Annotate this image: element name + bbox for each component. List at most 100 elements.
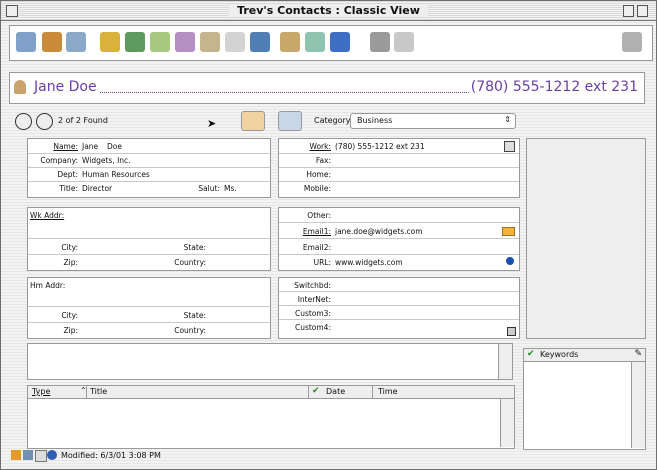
salut-label: Salut: [198, 184, 220, 193]
first-name-field[interactable]: Jane [82, 142, 98, 151]
url-label: URL: [313, 258, 331, 267]
web-icon[interactable] [330, 32, 350, 52]
zoom-box[interactable] [623, 5, 634, 17]
photo-panel[interactable] [526, 138, 646, 339]
tools-icon[interactable] [622, 32, 642, 52]
email2-label: Email2: [302, 243, 331, 252]
url-field[interactable]: www.widgets.com [335, 258, 403, 267]
email-block: Other: Email1: jane.doe@widgets.com Emai… [278, 207, 520, 271]
found-count: 2 of 2 Found [58, 116, 108, 125]
work-address-block: Wk Addr: City: State: Zip: Country: [27, 207, 271, 271]
copy-card-icon[interactable] [175, 32, 195, 52]
company-field[interactable]: Widgets, Inc. [82, 156, 131, 165]
wk-zip-label: Zip: [63, 258, 78, 267]
home-label: Home: [306, 170, 331, 179]
edit-mode-icon[interactable] [11, 450, 21, 460]
edit-card-button[interactable] [278, 111, 302, 131]
col-title[interactable]: Title [90, 387, 107, 396]
wk-state-label: State: [183, 243, 206, 252]
mobile-label: Mobile: [303, 184, 331, 193]
toolbar [9, 25, 653, 61]
col-time[interactable]: Time [378, 387, 398, 396]
modified-status: Modified: 6/3/01 3:08 PM [61, 451, 161, 460]
key-icon[interactable] [225, 32, 245, 52]
delete-record-button[interactable] [241, 111, 265, 131]
notes-field[interactable] [27, 343, 513, 380]
letter-icon[interactable] [200, 32, 220, 52]
book-icon[interactable] [125, 32, 145, 52]
email-envelope-icon[interactable] [502, 227, 515, 236]
title-bar[interactable]: Trev's Contacts : Classic View [1, 1, 656, 21]
next-record-button[interactable] [36, 113, 53, 130]
keywords-scrollbar[interactable] [631, 362, 645, 448]
flag-icon[interactable] [16, 32, 36, 52]
previous-record-button[interactable] [15, 113, 32, 130]
person-icon [14, 80, 26, 94]
keywords-header: ✔ Keywords ✎ [524, 349, 645, 362]
phone-dial-icon[interactable] [504, 141, 515, 152]
email1-label: Email1: [302, 227, 331, 236]
grid-view-icon[interactable] [23, 450, 33, 460]
email1-field[interactable]: jane.doe@widgets.com [335, 227, 423, 236]
edit-record-icon[interactable] [100, 32, 120, 52]
activity-table: Type ⌃ Title ✔ Date Time [27, 385, 515, 449]
checkmark-icon: ✔ [527, 349, 535, 359]
done-check-icon: ✔ [312, 386, 320, 396]
web-link-icon[interactable] [506, 257, 514, 265]
wk-country-label: Country: [174, 258, 206, 267]
trash-icon[interactable] [394, 32, 414, 52]
globe-icon[interactable] [250, 32, 270, 52]
home-address-block: Hm Addr: City: State: Zip: Country: [27, 277, 271, 339]
wk-city-label: City: [61, 243, 78, 252]
contacts-window: Trev's Contacts : Classic View Jane Doe … [0, 0, 657, 470]
contact-name-bar: Jane Doe (780) 555-1212 ext 231 [9, 72, 645, 104]
internet-label: InterNet: [297, 295, 331, 304]
window-title: Trev's Contacts : Classic View [1, 4, 656, 17]
switchbd-label: Switchbd: [294, 281, 331, 290]
col-type[interactable]: Type [32, 387, 50, 396]
network-icon[interactable] [305, 32, 325, 52]
dept-label: Dept: [57, 170, 78, 179]
hm-city-label: City: [61, 311, 78, 320]
dept-field[interactable]: Human Resources [82, 170, 150, 179]
custom4-label: Custom4: [294, 323, 331, 332]
keywords-title: Keywords [540, 350, 579, 359]
activity-header: Type ⌃ Title ✔ Date Time [28, 386, 514, 399]
custom3-label: Custom3: [294, 309, 331, 318]
notes-scrollbar[interactable] [498, 344, 512, 379]
identity-block: Name: Jane Doe Company: Widgets, Inc. De… [27, 138, 271, 198]
resize-icon[interactable] [507, 327, 516, 336]
collapse-box[interactable] [637, 5, 648, 17]
pointer-cursor-icon: ➤ [207, 117, 217, 130]
last-name-field[interactable]: Doe [107, 142, 122, 151]
fax-label: Fax: [315, 156, 331, 165]
title-label: Title: [59, 184, 78, 193]
print-icon[interactable] [370, 32, 390, 52]
select-arrows-icon: ⇕ [504, 115, 511, 124]
hm-state-label: State: [183, 311, 206, 320]
page-view-icon[interactable] [35, 450, 47, 462]
globe-status-icon[interactable] [47, 450, 57, 460]
salut-field[interactable]: Ms. [224, 184, 237, 193]
phone-block: Work: (780) 555-1212 ext 231 Fax: Home: … [278, 138, 520, 198]
hm-country-label: Country: [174, 326, 206, 335]
pencil-icon[interactable]: ✎ [634, 349, 642, 359]
title-field[interactable]: Director [82, 184, 112, 193]
category-label: Category: [314, 116, 353, 125]
hm-zip-label: Zip: [63, 326, 78, 335]
document-icon[interactable] [280, 32, 300, 52]
name-label: Name: [53, 142, 78, 151]
activity-scrollbar[interactable] [500, 399, 514, 447]
other-label: Other: [307, 211, 331, 220]
find-record-icon[interactable] [66, 32, 86, 52]
category-select[interactable]: Business ⇕ [350, 113, 516, 129]
keywords-panel: ✔ Keywords ✎ [523, 348, 646, 450]
note-icon[interactable] [150, 32, 170, 52]
wk-addr-label: Wk Addr: [30, 211, 65, 220]
work-phone-field[interactable]: (780) 555-1212 ext 231 [335, 142, 425, 151]
work-label: Work: [309, 142, 331, 151]
category-value: Business [357, 116, 393, 125]
custom-block: Switchbd: InterNet: Custom3: Custom4: [278, 277, 520, 339]
col-date[interactable]: Date [326, 387, 345, 396]
new-record-icon[interactable] [42, 32, 62, 52]
